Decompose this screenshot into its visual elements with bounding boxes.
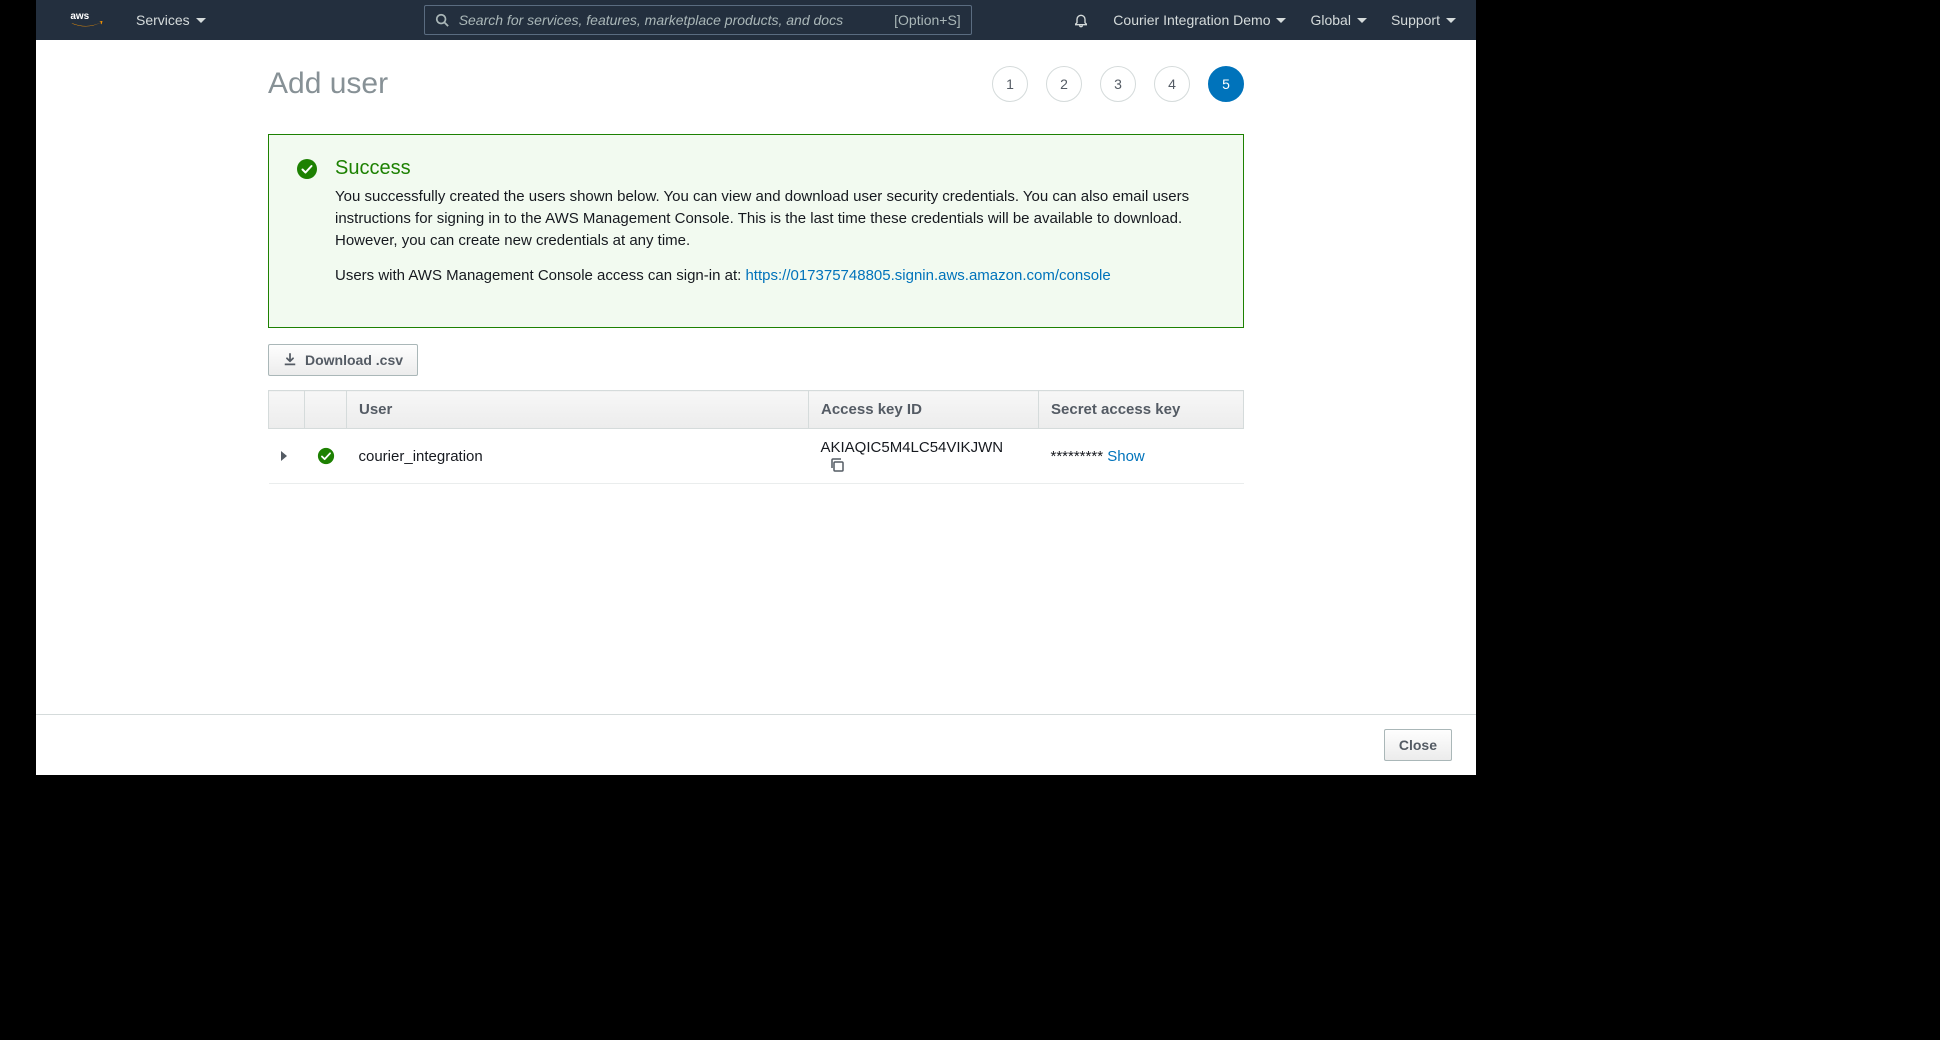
support-label: Support xyxy=(1391,12,1440,28)
expand-row-icon[interactable] xyxy=(281,451,287,461)
step-1[interactable]: 1 xyxy=(992,66,1028,102)
search-shortcut: [Option+S] xyxy=(894,12,961,28)
main-content: Add user 1 2 3 4 5 Success xyxy=(36,40,1476,714)
check-circle-icon xyxy=(317,447,335,465)
signin-prefix: Users with AWS Management Console access… xyxy=(335,267,745,284)
close-label: Close xyxy=(1399,737,1437,753)
top-nav: aws Services Search for services, featur… xyxy=(36,0,1476,40)
signin-link[interactable]: https://017375748805.signin.aws.amazon.c… xyxy=(745,267,1110,284)
users-table: User Access key ID Secret access key xyxy=(268,390,1244,484)
col-access-key: Access key ID xyxy=(809,391,1039,429)
check-circle-icon xyxy=(297,159,317,179)
alert-signin: Users with AWS Management Console access… xyxy=(335,265,1215,287)
aws-logo[interactable]: aws xyxy=(70,10,104,30)
search-icon xyxy=(435,13,449,27)
step-3[interactable]: 3 xyxy=(1100,66,1136,102)
chevron-down-icon xyxy=(196,18,206,23)
services-label: Services xyxy=(136,12,190,28)
account-menu[interactable]: Courier Integration Demo xyxy=(1113,12,1286,28)
alert-body: You successfully created the users shown… xyxy=(335,186,1215,251)
user-cell: courier_integration xyxy=(347,429,809,484)
download-csv-button[interactable]: Download .csv xyxy=(268,344,418,376)
footer: Close xyxy=(36,714,1476,775)
col-secret: Secret access key xyxy=(1039,391,1244,429)
chevron-down-icon xyxy=(1446,18,1456,23)
secret-cell: ********* Show xyxy=(1039,429,1244,484)
alert-heading: Success xyxy=(335,157,1215,180)
page-title: Add user xyxy=(268,67,388,101)
search-placeholder: Search for services, features, marketpla… xyxy=(459,12,843,28)
chevron-down-icon xyxy=(1276,18,1286,23)
search-input[interactable]: Search for services, features, marketpla… xyxy=(424,5,972,35)
account-label: Courier Integration Demo xyxy=(1113,12,1270,28)
access-key-cell: AKIAQIC5M4LC54VIKJWN xyxy=(809,429,1039,484)
support-menu[interactable]: Support xyxy=(1391,12,1456,28)
close-button[interactable]: Close xyxy=(1384,729,1452,761)
svg-text:aws: aws xyxy=(70,11,89,22)
download-label: Download .csv xyxy=(305,352,403,368)
region-label: Global xyxy=(1310,12,1350,28)
access-key-value: AKIAQIC5M4LC54VIKJWN xyxy=(821,439,1004,456)
secret-masked: ********* xyxy=(1051,448,1104,465)
region-menu[interactable]: Global xyxy=(1310,12,1366,28)
services-menu[interactable]: Services xyxy=(136,12,206,28)
download-icon xyxy=(283,353,297,367)
copy-icon[interactable] xyxy=(829,457,845,473)
col-user: User xyxy=(347,391,809,429)
wizard-steps: 1 2 3 4 5 xyxy=(992,66,1244,102)
table-row: courier_integration AKIAQIC5M4LC54VIKJWN… xyxy=(269,429,1244,484)
col-expand xyxy=(269,391,305,429)
step-5[interactable]: 5 xyxy=(1208,66,1244,102)
step-4[interactable]: 4 xyxy=(1154,66,1190,102)
success-alert: Success You successfully created the use… xyxy=(268,134,1244,328)
show-secret-link[interactable]: Show xyxy=(1107,448,1145,465)
step-2[interactable]: 2 xyxy=(1046,66,1082,102)
chevron-down-icon xyxy=(1357,18,1367,23)
col-status xyxy=(305,391,347,429)
bell-icon[interactable] xyxy=(1073,12,1089,28)
